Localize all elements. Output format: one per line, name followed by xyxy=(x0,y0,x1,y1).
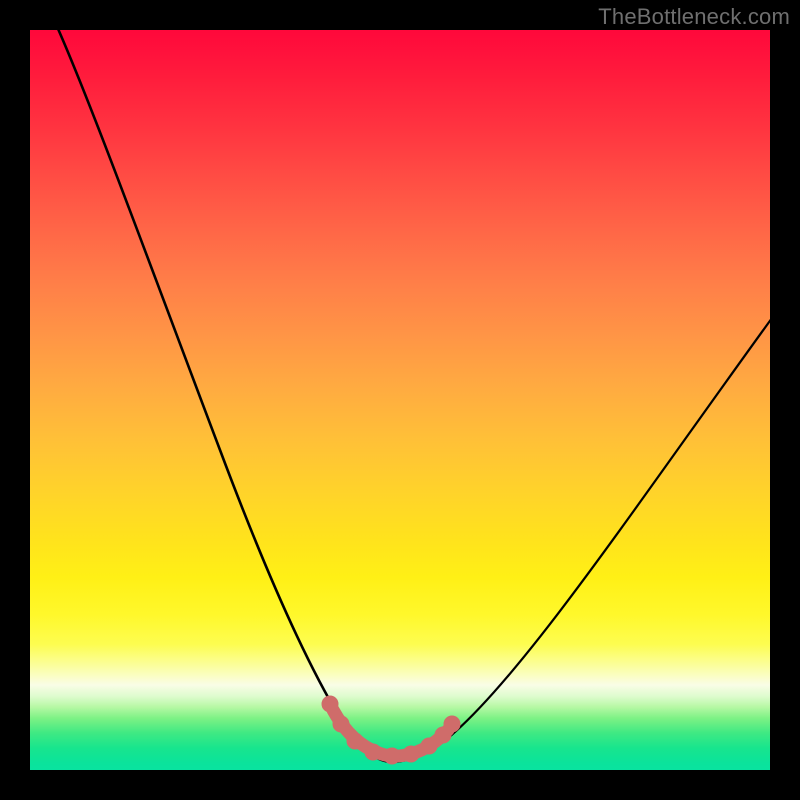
chart-stage: TheBottleneck.com xyxy=(0,0,800,800)
bottleneck-curve-right xyxy=(390,318,772,762)
sweet-spot-markers xyxy=(322,696,460,764)
bottleneck-curve-left xyxy=(55,22,390,762)
watermark-text: TheBottleneck.com xyxy=(598,4,790,30)
curve-svg xyxy=(30,30,770,770)
plot-area xyxy=(30,30,770,770)
